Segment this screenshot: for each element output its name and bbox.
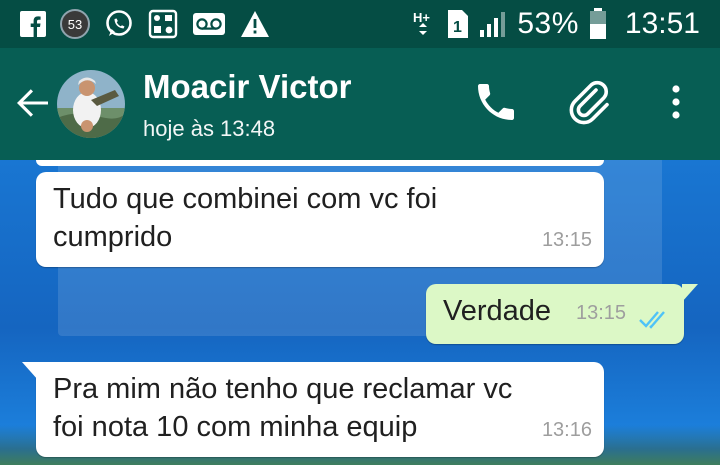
message-line: Tudo que combinei com vc foi — [53, 183, 438, 215]
chat-messages[interactable]: Tudo que combinei com vc foi cumprido 13… — [0, 160, 720, 465]
status-bar: 53 H+ 1 53% 13:51 — [0, 0, 720, 48]
warning-icon — [241, 11, 269, 37]
attach-icon[interactable] — [566, 78, 614, 126]
notification-icons: 53 — [0, 9, 270, 39]
back-arrow-icon[interactable] — [12, 82, 54, 124]
svg-text:H+: H+ — [413, 10, 430, 25]
message-line: Verdade — [443, 295, 552, 327]
message-text: Pra mim não tenho que reclamar vc foi no… — [53, 370, 512, 446]
facebook-icon — [20, 11, 46, 37]
message-text: Tudo que combinei com vc foi cumprido — [53, 180, 437, 256]
avatar-photo — [57, 70, 125, 138]
signal-icon — [480, 12, 506, 37]
voicemail-icon — [193, 13, 225, 35]
data-transfer-icon: H+ — [413, 10, 431, 35]
message-line: cumprido — [53, 221, 173, 253]
phone-icon[interactable] — [472, 78, 520, 126]
previous-message-bubble[interactable] — [36, 160, 604, 166]
bubble-tail — [682, 284, 698, 302]
message-text: Verdade — [443, 292, 551, 330]
message-timestamp: 13:15 — [541, 229, 592, 251]
notification-count-badge: 53 — [60, 9, 90, 39]
clock: 13:51 — [624, 7, 700, 40]
message-incoming[interactable]: Tudo que combinei com vc foi cumprido 13… — [36, 172, 604, 267]
battery-icon — [589, 8, 606, 39]
sim-card-icon: 1 — [448, 10, 469, 38]
gallery-icon — [148, 9, 178, 39]
message-line: Pra mim não tenho que reclamar vc — [53, 373, 513, 405]
message-line: foi nota 10 com minha equip — [53, 411, 418, 443]
message-incoming[interactable]: Pra mim não tenho que reclamar vc foi no… — [22, 362, 604, 457]
read-receipt-icon — [639, 311, 665, 329]
chat-header: Moacir Victor hoje às 13:48 — [0, 48, 720, 160]
message-outgoing[interactable]: Verdade 13:15 — [426, 284, 698, 344]
contact-avatar[interactable] — [57, 70, 125, 138]
message-timestamp: 13:16 — [541, 419, 592, 441]
message-timestamp: 13:15 — [576, 302, 627, 324]
svg-text:1: 1 — [453, 19, 462, 36]
system-indicators: H+ 1 53% 13:51 — [413, 7, 720, 41]
last-seen: hoje às 13:48 — [143, 116, 276, 141]
whatsapp-icon — [106, 10, 132, 36]
battery-percent: 53% — [517, 7, 579, 40]
more-vert-icon[interactable] — [652, 78, 700, 126]
contact-name[interactable]: Moacir Victor — [143, 68, 351, 106]
bubble-tail — [22, 362, 38, 380]
